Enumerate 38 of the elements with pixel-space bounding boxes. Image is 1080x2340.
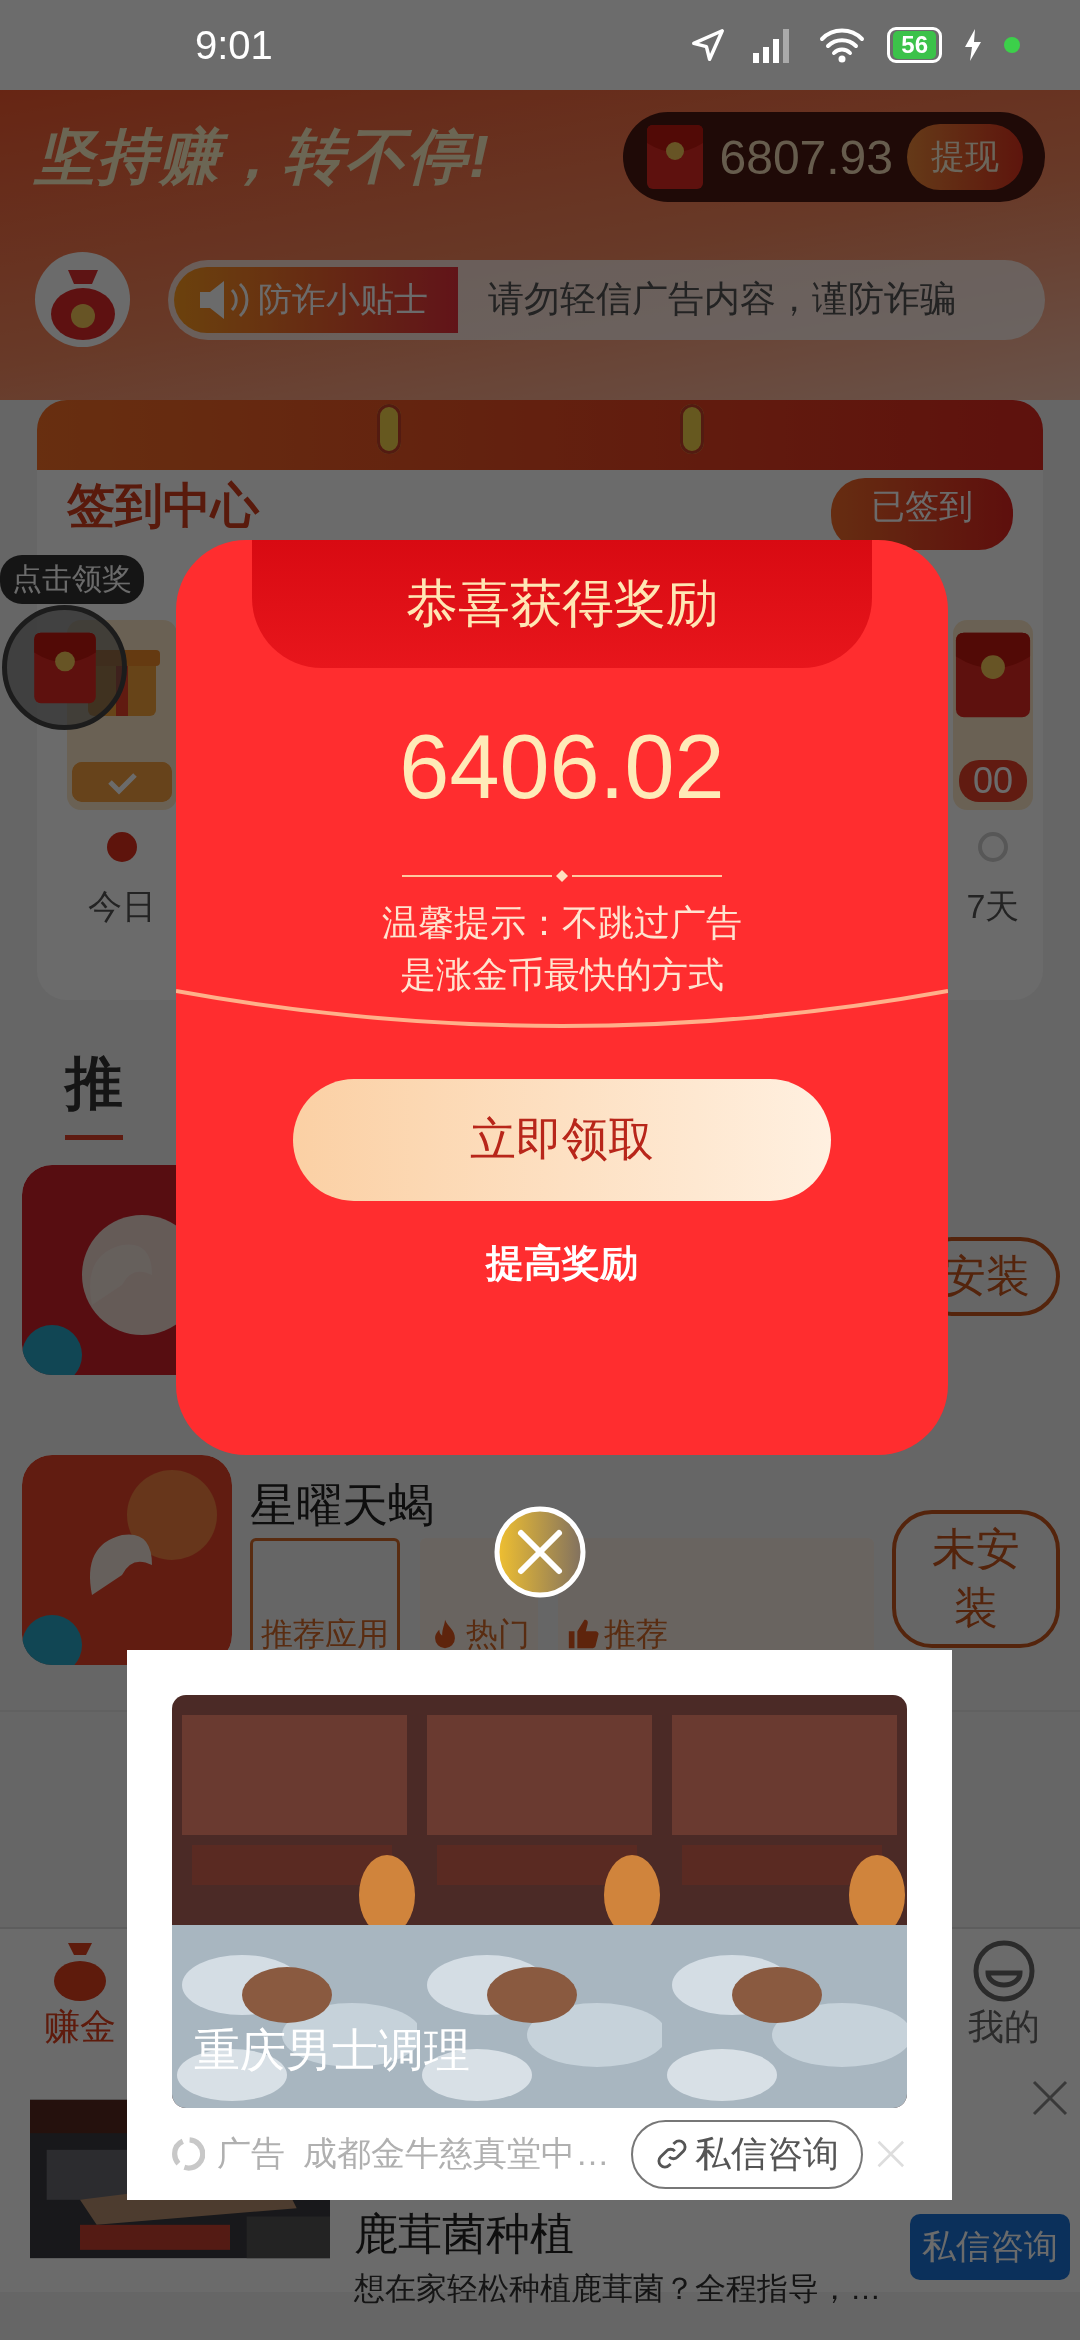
swirl-logo-icon [172,2135,206,2173]
signed-in-button[interactable]: 已签到 [831,478,1013,550]
nav-tab[interactable]: 我的 [968,1929,1040,2062]
withdraw-button[interactable]: 提现 [907,124,1023,190]
checkin-title: 签到中心 [67,478,259,534]
ad-title: 鹿茸菌种植 [354,2209,574,2259]
tooltip: 点击领奖 [0,555,144,604]
claim-button[interactable]: 立即领取 [293,1079,831,1201]
boost-reward-link[interactable]: 提高奖励 [480,1237,644,1290]
section-tab[interactable]: 推 [65,1045,123,1140]
reward-amount: 00 [958,760,1027,802]
close-icon[interactable] [493,1505,587,1599]
face-circle-icon [972,1939,1036,2003]
battery-icon: 56 [887,27,942,63]
dot-icon [1004,37,1020,53]
advertiser-name: 成都金牛慈真堂中… [303,2133,610,2174]
ad-description: 想在家轻松种植鹿茸菌？全程指导，… [354,2270,881,2308]
charging-icon [964,29,982,61]
wifi-icon [819,27,866,63]
nav-tab[interactable]: 赚金 [44,1929,116,2062]
install-button[interactable]: 未安装 [892,1510,1060,1648]
thumbs-up-icon [566,1617,600,1651]
message-button[interactable]: 私信咨询 [910,2214,1070,2280]
dialog-title: 恭喜获得奖励 [252,540,872,668]
message-button[interactable]: 私信咨询 [631,2119,864,2189]
day-label: 7天 [966,886,1020,927]
app-icon[interactable] [22,1455,232,1665]
envelope-icon [953,630,1033,720]
tip-text: 温馨提示：不跳过广告 是涨金币最快的方式 [382,901,742,997]
balance-amount: 6807.93 [719,129,893,185]
ad-label: 广告 [217,2133,286,2174]
notice-text: 请勿轻信广告内容，谨防诈骗 [488,277,956,321]
day-label: 今日 [88,886,156,927]
clock-time: 9:01 [195,22,273,68]
divider-ornament-icon [402,869,722,883]
envelope-icon [645,123,706,191]
reward-amount: 6406.02 [399,716,725,819]
app-name: 星曜天蝎 [250,1480,434,1530]
